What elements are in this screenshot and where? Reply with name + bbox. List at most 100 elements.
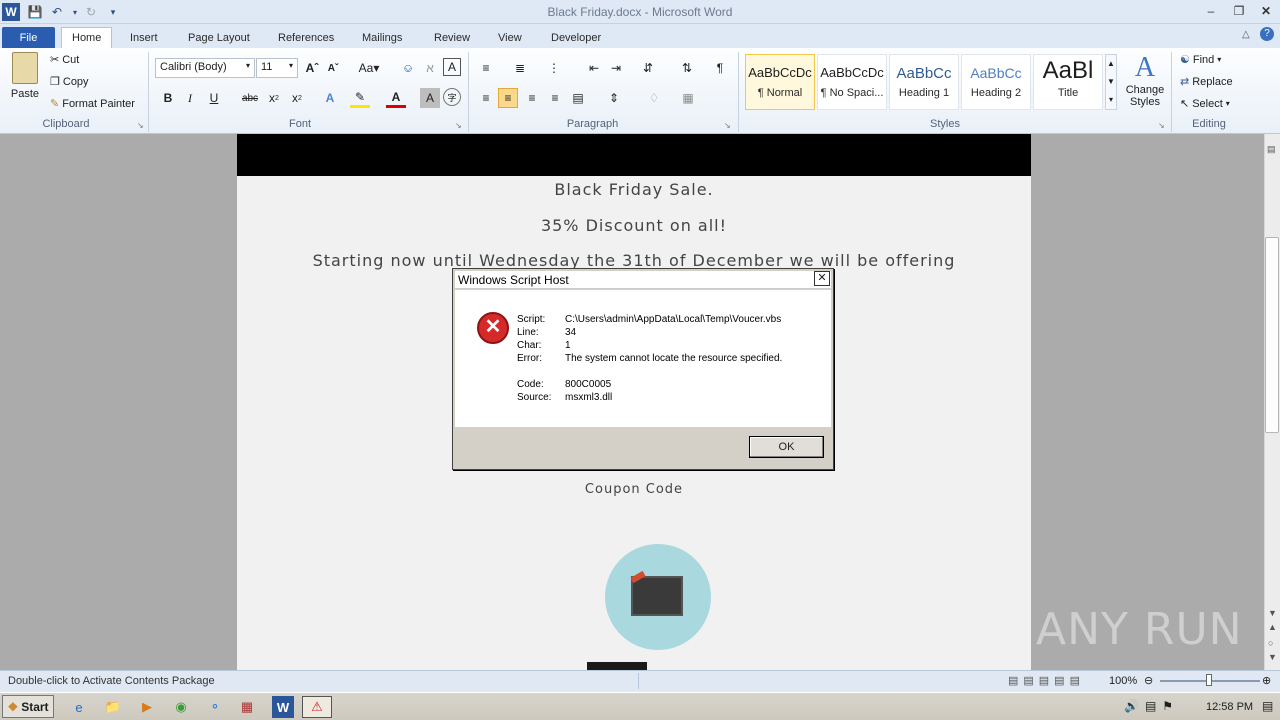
clear-formatting-icon[interactable]: ⎉ bbox=[398, 58, 418, 78]
font-color-icon[interactable]: A bbox=[386, 88, 406, 108]
help-icon[interactable]: ? bbox=[1260, 27, 1274, 41]
enclose-characters-icon[interactable]: 字 bbox=[443, 88, 461, 106]
justify-icon[interactable]: ≡ bbox=[545, 88, 565, 108]
paragraph-launcher-icon[interactable]: ↘ bbox=[724, 121, 731, 130]
bullets-icon[interactable]: ≡ bbox=[476, 58, 496, 78]
sort-icon[interactable]: ⇵ bbox=[638, 58, 658, 78]
truncated-text bbox=[587, 662, 647, 670]
find-button[interactable]: ☯ Find ▾ bbox=[1180, 53, 1221, 67]
subscript-icon[interactable]: x2 bbox=[264, 88, 284, 108]
style-normal[interactable]: AaBbCcDc ¶ Normal bbox=[745, 54, 815, 110]
style-title[interactable]: AaBl Title bbox=[1033, 54, 1103, 110]
tab-home[interactable]: Home bbox=[61, 27, 113, 48]
winrar-icon[interactable]: ▦ bbox=[236, 696, 258, 718]
word-taskbar-icon[interactable]: W bbox=[272, 696, 294, 718]
change-case-icon[interactable]: Aa▾ bbox=[356, 58, 382, 78]
font-size-combo[interactable]: 11 ▾ bbox=[256, 58, 298, 78]
style-sample: AaBbCc bbox=[970, 65, 1022, 81]
zoom-slider-thumb[interactable] bbox=[1206, 674, 1212, 686]
script-host-taskbar-icon[interactable]: ⚠ bbox=[302, 696, 332, 718]
browse-object-icon[interactable]: ○ bbox=[1268, 638, 1273, 648]
strikethrough-icon[interactable]: abc bbox=[240, 88, 260, 108]
maximize-button[interactable]: ❐ bbox=[1228, 2, 1250, 20]
copy-button[interactable]: ❐ Copy bbox=[50, 75, 89, 89]
distributed-icon[interactable]: ▤ bbox=[568, 88, 588, 108]
start-button[interactable]: ❖ Start bbox=[2, 695, 54, 718]
superscript-icon[interactable]: x2 bbox=[287, 88, 307, 108]
tab-insert[interactable]: Insert bbox=[120, 27, 168, 48]
style-no-spacing[interactable]: AaBbCcDc ¶ No Spaci... bbox=[817, 54, 887, 110]
shrink-font-icon[interactable]: Aˇ bbox=[323, 58, 343, 78]
ok-button[interactable]: OK bbox=[749, 436, 824, 458]
tab-page-layout[interactable]: Page Layout bbox=[178, 27, 260, 48]
zoom-in-icon[interactable]: ⊕ bbox=[1262, 674, 1271, 687]
ie-icon[interactable]: e bbox=[68, 696, 90, 718]
align-center-icon[interactable]: ≡ bbox=[498, 88, 518, 108]
tab-review[interactable]: Review bbox=[424, 27, 480, 48]
next-page-icon[interactable]: ▼ bbox=[1268, 652, 1277, 662]
font-family-combo[interactable]: Calibri (Body) ▾ bbox=[155, 58, 255, 78]
zoom-level[interactable]: 100% bbox=[1109, 675, 1137, 687]
edge-icon[interactable]: ⚬ bbox=[204, 696, 226, 718]
align-right-icon[interactable]: ≡ bbox=[522, 88, 542, 108]
phonetic-guide-icon[interactable]: א bbox=[420, 58, 440, 78]
tab-mailings[interactable]: Mailings bbox=[352, 27, 412, 48]
scroll-thumb[interactable] bbox=[1265, 237, 1279, 433]
replace-button[interactable]: ⇄ Replace bbox=[1180, 75, 1233, 89]
borders-icon[interactable]: ▦ bbox=[678, 88, 698, 108]
styles-scroll[interactable]: ▲ ▼ ▾ bbox=[1105, 54, 1117, 110]
tab-developer[interactable]: Developer bbox=[541, 27, 611, 48]
chrome-icon[interactable]: ◉ bbox=[170, 696, 192, 718]
highlight-icon[interactable]: ✎ bbox=[350, 88, 370, 108]
paste-button[interactable]: Paste bbox=[8, 52, 42, 108]
minimize-button[interactable]: – bbox=[1200, 2, 1222, 20]
select-button[interactable]: ↖ Select ▾ bbox=[1180, 97, 1230, 111]
show-desktop-icon[interactable]: ▤ bbox=[1262, 699, 1273, 713]
character-border-icon[interactable]: A bbox=[443, 58, 461, 76]
coupon-package-icon[interactable] bbox=[605, 544, 711, 650]
close-button[interactable]: ✕ bbox=[1255, 2, 1277, 20]
clipboard-launcher-icon[interactable]: ↘ bbox=[137, 121, 144, 130]
zoom-out-icon[interactable]: ⊖ bbox=[1144, 674, 1153, 687]
folder-icon[interactable]: 📁 bbox=[102, 696, 124, 718]
ruler-toggle-icon[interactable]: ▤ bbox=[1267, 144, 1276, 155]
tab-view[interactable]: View bbox=[488, 27, 532, 48]
character-shading-icon[interactable]: A bbox=[420, 88, 440, 108]
style-sample: AaBbCc bbox=[896, 65, 952, 82]
bold-icon[interactable]: B bbox=[158, 88, 178, 108]
align-left-icon[interactable]: ≡ bbox=[476, 88, 496, 108]
media-player-icon[interactable]: ▶ bbox=[136, 696, 158, 718]
view-buttons[interactable]: ▤▤▤▤▤ bbox=[1008, 674, 1085, 687]
show-formatting-icon[interactable]: ¶ bbox=[710, 58, 730, 78]
separator bbox=[468, 52, 469, 132]
font-launcher-icon[interactable]: ↘ bbox=[455, 121, 462, 130]
line-spacing-icon[interactable]: ⇕ bbox=[604, 88, 624, 108]
change-styles-button[interactable]: A Change Styles bbox=[1122, 52, 1168, 112]
sort-az-icon[interactable]: ⇅ bbox=[677, 58, 697, 78]
underline-icon[interactable]: U bbox=[204, 88, 224, 108]
dialog-key: Script: bbox=[517, 314, 546, 325]
shading-icon[interactable]: ♢ bbox=[644, 88, 664, 108]
chevron-down-icon: ▾ bbox=[1225, 99, 1230, 108]
multilevel-list-icon[interactable]: ⋮ bbox=[544, 58, 564, 78]
style-heading-1[interactable]: AaBbCc Heading 1 bbox=[889, 54, 959, 110]
text-effects-icon[interactable]: A bbox=[320, 88, 340, 108]
minimize-ribbon-icon[interactable]: △ bbox=[1242, 29, 1250, 40]
tab-file[interactable]: File bbox=[2, 27, 55, 48]
increase-indent-icon[interactable]: ⇥ bbox=[606, 58, 626, 78]
cut-button[interactable]: ✂ Cut bbox=[50, 53, 79, 67]
format-painter-button[interactable]: ✎ Format Painter bbox=[50, 97, 135, 111]
styles-launcher-icon[interactable]: ↘ bbox=[1158, 121, 1165, 130]
tray-icons[interactable]: 🔊▤⚑ bbox=[1124, 699, 1179, 713]
prev-page-icon[interactable]: ▲ bbox=[1268, 622, 1277, 632]
tab-references[interactable]: References bbox=[268, 27, 344, 48]
grow-font-icon[interactable]: Aˆ bbox=[302, 58, 322, 78]
numbering-icon[interactable]: ≣ bbox=[510, 58, 530, 78]
dialog-close-button[interactable]: ✕ bbox=[814, 271, 830, 286]
style-heading-2[interactable]: AaBbCc Heading 2 bbox=[961, 54, 1031, 110]
ribbon-tabs: File Home Insert Page Layout References … bbox=[0, 24, 1280, 48]
decrease-indent-icon[interactable]: ⇤ bbox=[584, 58, 604, 78]
italic-icon[interactable]: I bbox=[180, 88, 200, 108]
replace-label: Replace bbox=[1192, 75, 1233, 88]
scroll-down-icon[interactable]: ▼ bbox=[1268, 608, 1277, 618]
